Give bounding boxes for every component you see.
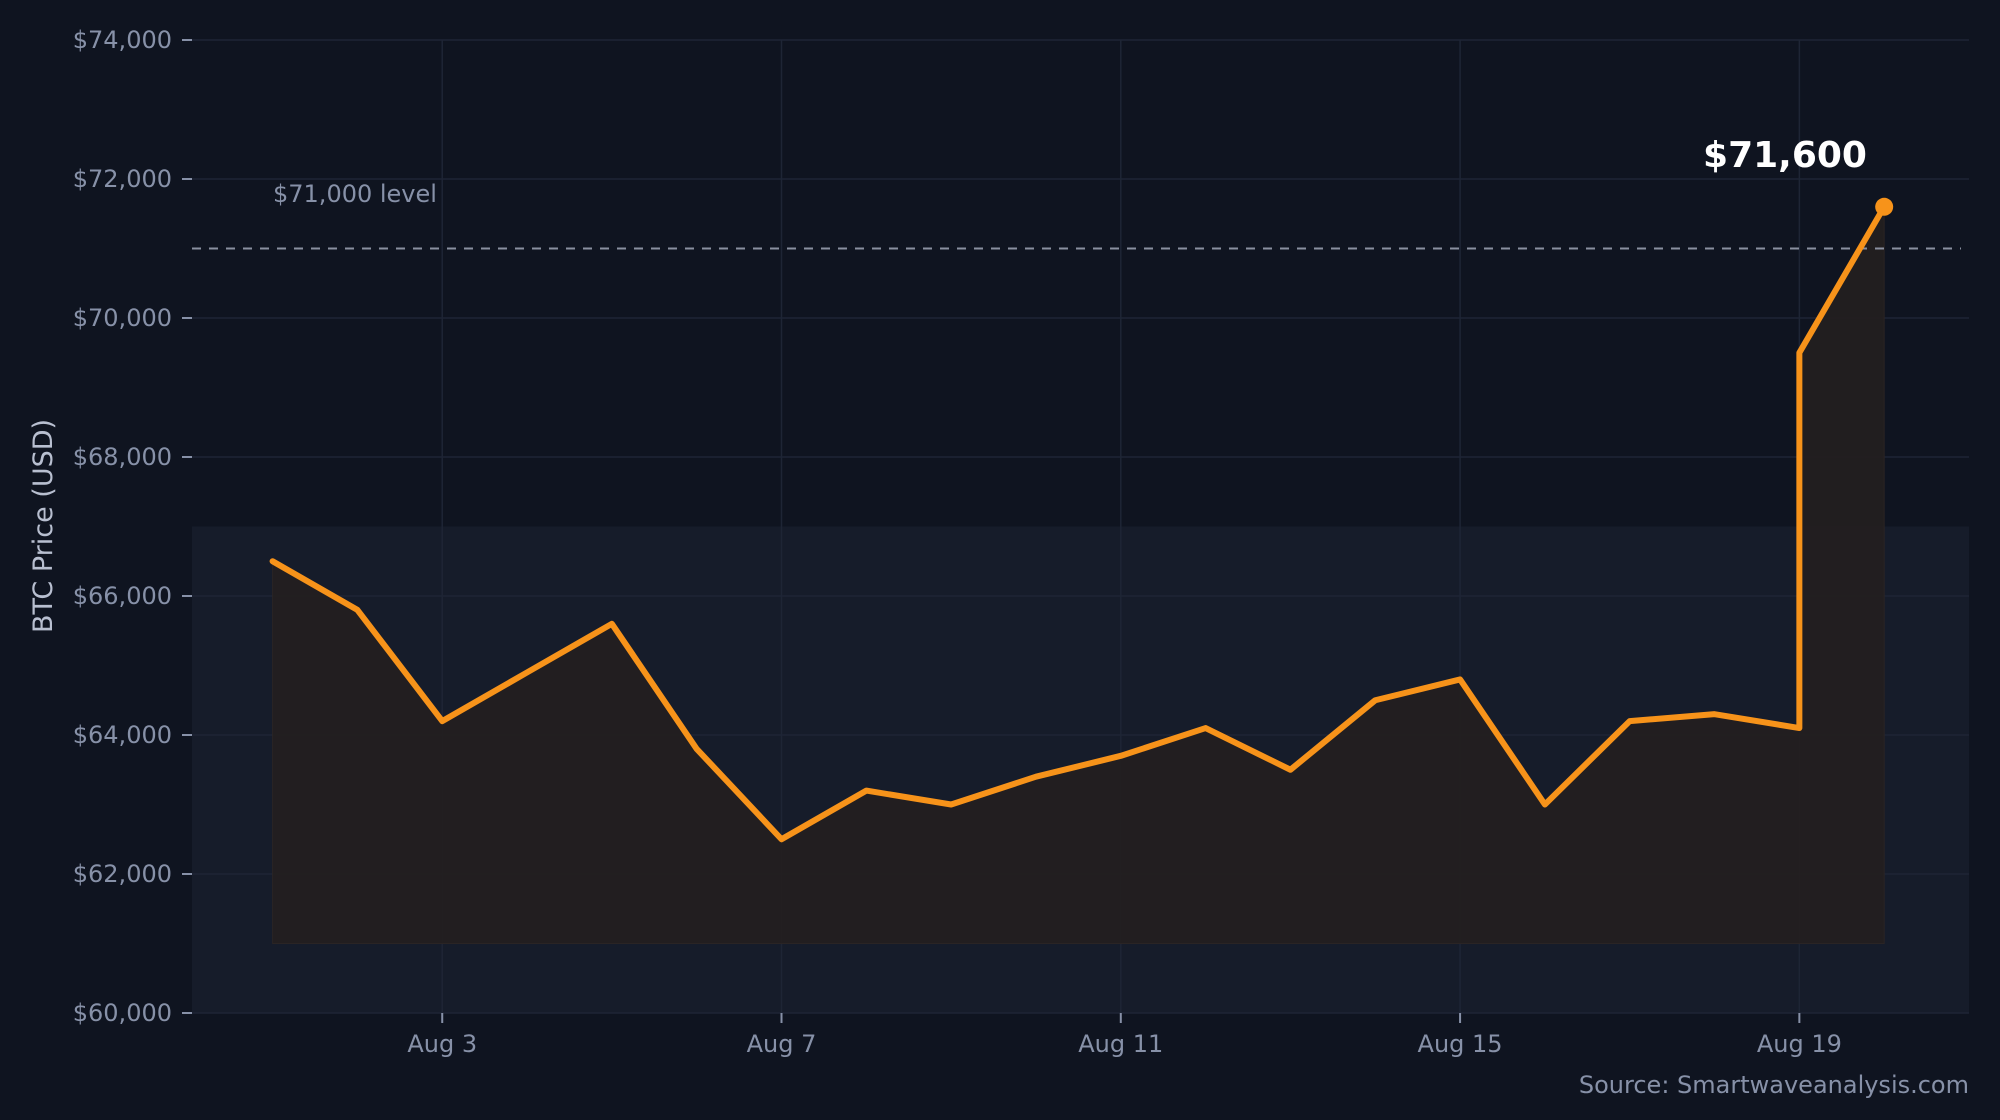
- source-credit: Source: Smartwaveanalysis.com: [1579, 1071, 1969, 1099]
- btc-price-chart: $60,000 $62,000 $64,000 $66,000 $68,000 $70,0…: [0, 0, 2000, 1120]
- y-tick-label: $68,000: [73, 443, 172, 471]
- y-tick-label: $64,000: [73, 721, 172, 749]
- x-tick-label: Aug 11: [1078, 1030, 1163, 1058]
- y-tick-label: $66,000: [73, 582, 172, 610]
- x-tick-label: Aug 3: [407, 1030, 477, 1058]
- chart-container: $60,000 $62,000 $64,000 $66,000 $68,000 $70,0…: [0, 0, 2000, 1120]
- x-tick-label: Aug 15: [1418, 1030, 1503, 1058]
- reference-line-label: $71,000 level: [273, 180, 437, 208]
- y-tick-label: $62,000: [73, 860, 172, 888]
- y-tick-label: $74,000: [73, 26, 172, 54]
- last-price-label: $71,600: [1703, 135, 1867, 176]
- y-tick-label: $70,000: [73, 304, 172, 332]
- last-price-point: [1875, 197, 1894, 216]
- x-tick-label: Aug 19: [1757, 1030, 1842, 1058]
- y-axis-title: BTC Price (USD): [28, 419, 59, 633]
- x-tick-label: Aug 7: [747, 1030, 817, 1058]
- y-tick-label: $72,000: [73, 165, 172, 193]
- y-tick-label: $60,000: [73, 999, 172, 1027]
